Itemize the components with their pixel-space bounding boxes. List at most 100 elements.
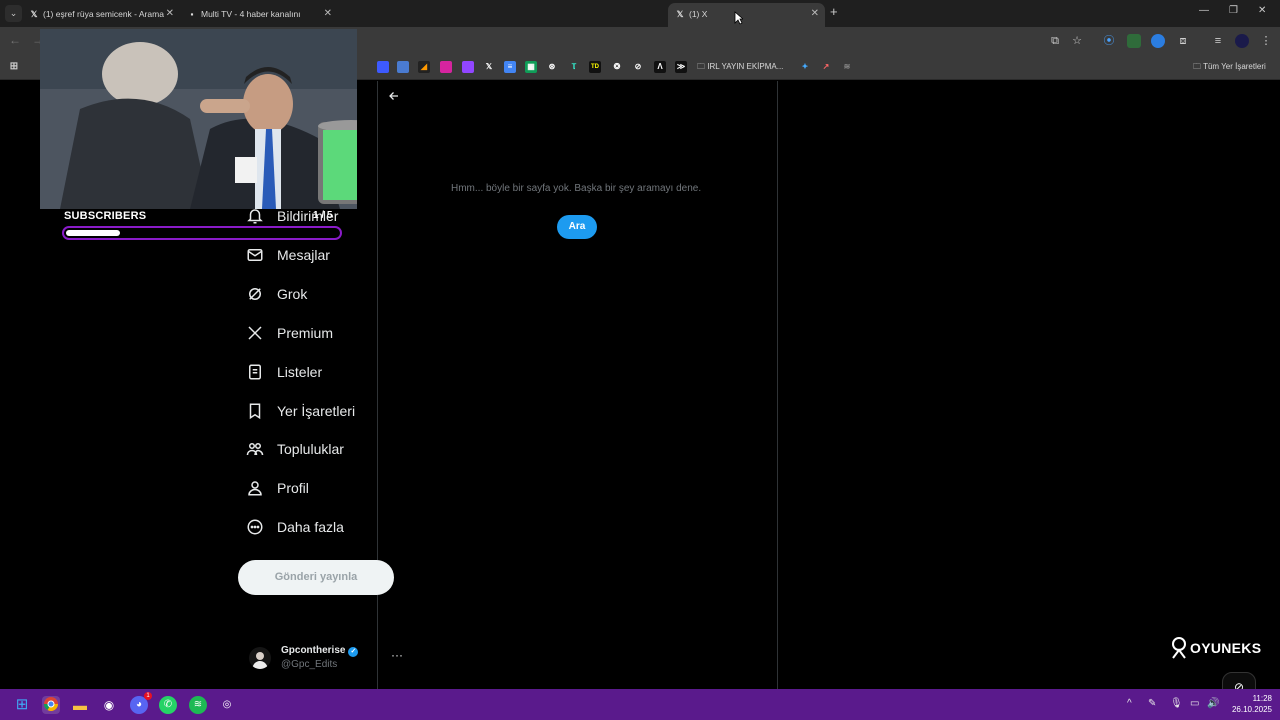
network-icon[interactable]: ▭ [1190,698,1199,709]
instagram-icon[interactable] [440,61,452,73]
tray-overflow-icon[interactable]: ^ [1127,698,1132,709]
star-icon[interactable]: ☆ [1070,34,1084,48]
new-tab-button[interactable]: + [830,4,838,19]
x-icon: 𝕏 [30,9,38,19]
sidebar-item-grok[interactable]: Grok [244,279,307,309]
mouse-cursor-icon [734,11,743,25]
bookmark-icon[interactable]: ↗ [820,61,832,73]
media-controls-icon[interactable]: ≡ [1211,34,1225,48]
discord-icon[interactable]: ◕ 1 [130,692,152,714]
x-logo-icon [244,322,266,344]
webcam-overlay [40,29,357,209]
sidebar-item-label: Yer İşaretleri [277,403,356,419]
x-icon: 𝕏 [676,9,684,19]
tab-x-active[interactable]: 𝕏 (1) X ✕ [668,3,825,27]
windows-start-icon[interactable]: ⊞ [13,696,31,714]
sidebar-item-bookmarks[interactable]: Yer İşaretleri [244,396,355,426]
clock-time: 11:28 [1252,694,1272,703]
grok-icon [244,283,266,305]
extension-shield-icon[interactable] [1151,34,1165,48]
gemini-icon[interactable]: ✦ [799,61,811,73]
tab-multitv[interactable]: ▪ Multi TV - 4 haber kanalını ✕ [186,3,338,27]
bookmark-icon[interactable] [377,61,389,73]
sidebar-item-more[interactable]: Daha fazla [244,512,344,542]
puzzle-icon[interactable]: ⧈ [1176,34,1190,48]
close-icon[interactable]: ✕ [324,3,332,25]
tab-title: (1) X [689,9,708,19]
search-button[interactable]: Ara [557,215,597,239]
install-app-icon[interactable]: ⧉ [1048,34,1062,48]
minimize-icon[interactable]: — [1199,5,1209,16]
openai-icon[interactable]: ❂ [611,61,623,73]
subscribers-progress-fill [66,230,120,236]
windows-taskbar: ⊞ ▬ ◉ ◕ 1 ✆ ≋ ◎ ^ ✎ 🎙 ▭ 🔊 11:28 26.10.202… [0,689,1280,720]
subscribers-label: SUBSCRIBERS [64,210,147,222]
left-column-divider [377,81,378,689]
post-button[interactable]: Gönderi yayınla [238,560,394,595]
extension-icon[interactable] [1127,34,1141,48]
brand-mascot-icon [1172,637,1186,659]
menu-icon[interactable]: ⋮ [1259,34,1273,48]
microphone-icon[interactable]: 🎙 [1170,698,1183,709]
list-icon [244,361,266,383]
grok-icon[interactable]: ⊘ [632,61,644,73]
browser-tab-bar: ⌄ 𝕏 (1) eşref rüya semicenk - Arama ✕ ▪ Mu… [0,0,1280,27]
tray-app-icon[interactable]: ✎ [1148,698,1156,709]
extension-audio-icon[interactable]: ⦿ [1102,34,1116,48]
bookmark-icon[interactable] [397,61,409,73]
bookmark-icon[interactable]: Ʌ [654,61,666,73]
communities-icon [244,438,266,460]
bookmark-icon[interactable]: Ⲧ [568,61,580,73]
window-close-icon[interactable]: ✕ [1258,5,1266,16]
subscribers-progress-bar [62,226,342,240]
bookmark-icon[interactable]: ◢ [418,61,430,73]
bookmark-icon [244,400,266,422]
avatar[interactable] [249,647,271,669]
folder-icon: 🗀 [697,62,705,71]
steam-icon[interactable]: ◉ [100,696,118,714]
bookmark-icon[interactable]: TD [589,61,601,73]
sidebar-item-label: Daha fazla [277,519,344,535]
sidebar-item-lists[interactable]: Listeler [244,357,322,387]
sidebar-item-label: Grok [277,286,308,302]
webcam-photo [40,29,357,209]
system-clock[interactable]: 11:28 26.10.2025 [1228,693,1272,715]
account-name[interactable]: Gpcontherise ✓ [281,645,359,657]
restore-icon[interactable]: ❐ [1229,5,1238,16]
sidebar-item-label: Profil [277,480,309,496]
apps-grid-icon[interactable]: ⊞ [8,61,20,73]
obs-icon[interactable]: ◎ [218,696,236,714]
sidebar-item-messages[interactable]: Mesajlar [244,240,330,270]
close-icon[interactable]: ✕ [811,3,819,25]
bookmark-icon[interactable]: ≫ [675,61,687,73]
all-bookmarks[interactable]: 🗀 Tüm Yer İşaretleri [1193,61,1266,75]
person-icon [244,477,266,499]
chrome-icon[interactable] [42,696,60,714]
sidebar-item-communities[interactable]: Topluluklar [244,434,344,464]
twitch-icon[interactable] [462,61,474,73]
volume-icon[interactable]: 🔊 [1207,698,1219,709]
account-handle: @Gpc_Edits [281,659,338,670]
bookmark-folder[interactable]: 🗀 IRL YAYIN EKİPMA... [697,61,783,75]
bookmark-icon[interactable]: ≋ [841,61,853,73]
subscribers-count: 1 / 5 [313,210,333,221]
docs-icon[interactable]: ≡ [504,61,516,73]
back-icon[interactable]: ← [9,33,21,47]
clock-date: 26.10.2025 [1231,705,1272,714]
account-more-button[interactable]: ··· [391,648,403,662]
tab-search-button[interactable]: ⌄ [5,5,22,22]
envelope-icon [244,244,266,266]
back-arrow-icon[interactable] [388,90,400,105]
brand-logo: OYUNEKS [1170,636,1261,660]
link-icon[interactable]: ⊛ [546,61,558,73]
file-explorer-icon[interactable]: ▬ [71,696,89,714]
sidebar-item-profile[interactable]: Profil [244,473,309,503]
tab-search[interactable]: 𝕏 (1) eşref rüya semicenk - Arama ✕ [28,3,180,27]
sidebar-item-premium[interactable]: Premium [244,318,333,348]
profile-avatar[interactable] [1235,34,1249,48]
spotify-icon[interactable]: ≋ [189,696,207,714]
sheets-icon[interactable]: ▦ [525,61,537,73]
x-icon[interactable]: 𝕏 [483,61,495,73]
close-icon[interactable]: ✕ [166,3,174,25]
whatsapp-icon[interactable]: ✆ [159,696,177,714]
